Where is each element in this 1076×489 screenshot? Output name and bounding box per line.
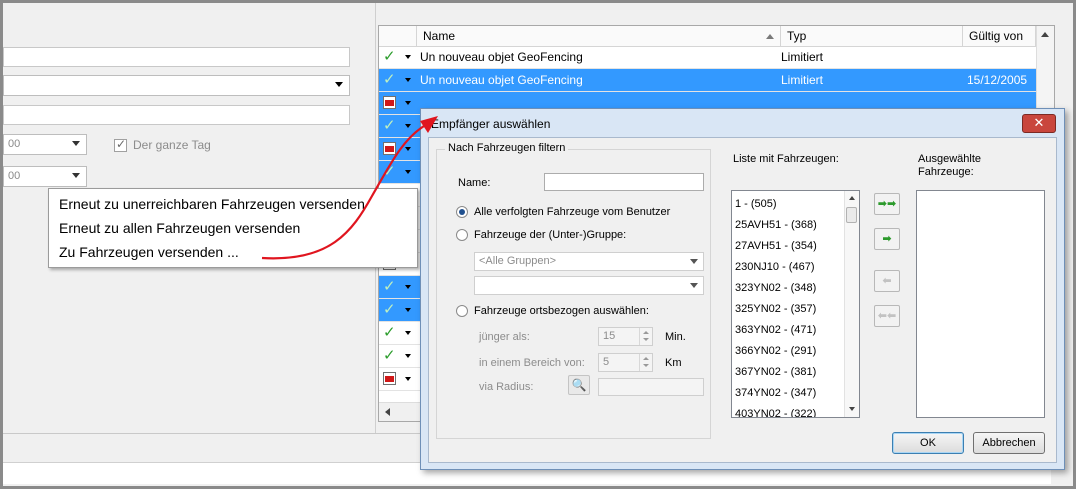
annotation-arrow [261, 116, 438, 260]
annotation-arrow-head [420, 116, 438, 133]
annotation-arrow-line [261, 125, 425, 260]
